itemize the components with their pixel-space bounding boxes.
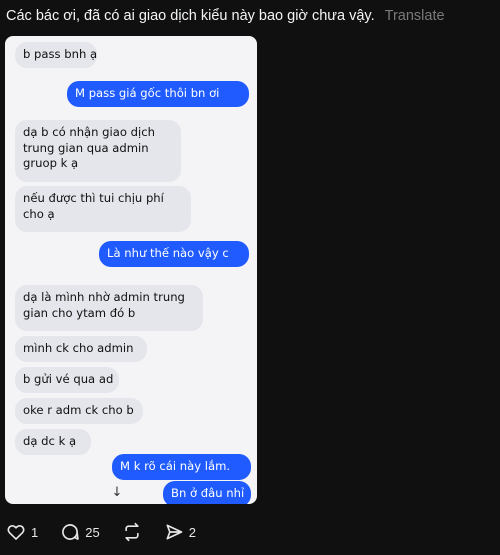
message-received: nếu được thì tui chịu phí cho ạ (15, 186, 191, 232)
like-button[interactable]: 1 (6, 522, 38, 542)
message-sent: Là như thế nào vậy c (99, 241, 249, 267)
send-icon (164, 522, 184, 542)
message-received: dạ là mình nhờ admin trung gian cho ytam … (15, 285, 203, 331)
reply-count: 25 (85, 524, 100, 540)
translate-link[interactable]: Translate (385, 8, 445, 24)
arrow-down-icon[interactable]: ↓ (109, 485, 125, 501)
post-actions: 1 25 2 (6, 520, 218, 544)
share-button[interactable]: 2 (164, 522, 196, 542)
post-caption: Các bác ơi, đã có ai giao dịch kiểu này … (6, 7, 496, 25)
message-received: b pass bnh ạ (15, 42, 97, 68)
repost-button[interactable] (122, 522, 142, 542)
message-sent: M pass giá gốc thôi bn ơi (67, 81, 249, 107)
message-received: mình ck cho admin (15, 336, 147, 362)
message-received: dạ b có nhận giao dịch trung gian qua adm… (15, 120, 181, 182)
like-count: 1 (31, 524, 39, 540)
message-sent: M k rõ cái này lắm. (112, 454, 251, 480)
message-received: oke r adm ck cho b (15, 398, 143, 424)
message-sent: Bn ở đâu nhỉ (163, 481, 251, 504)
caption-text: Các bác ơi, đã có ai giao dịch kiểu này … (6, 8, 375, 24)
message-received: dạ dc k ạ (15, 429, 91, 455)
chat-screenshot: b pass bnh ạ M pass giá gốc thôi bn ơi dạ … (5, 36, 257, 504)
repost-icon (122, 522, 142, 542)
comment-icon (60, 522, 80, 542)
reply-button[interactable]: 25 (60, 522, 100, 542)
heart-icon (6, 522, 26, 542)
share-count: 2 (188, 524, 196, 540)
message-received: b gửi vé qua ad (15, 367, 119, 393)
